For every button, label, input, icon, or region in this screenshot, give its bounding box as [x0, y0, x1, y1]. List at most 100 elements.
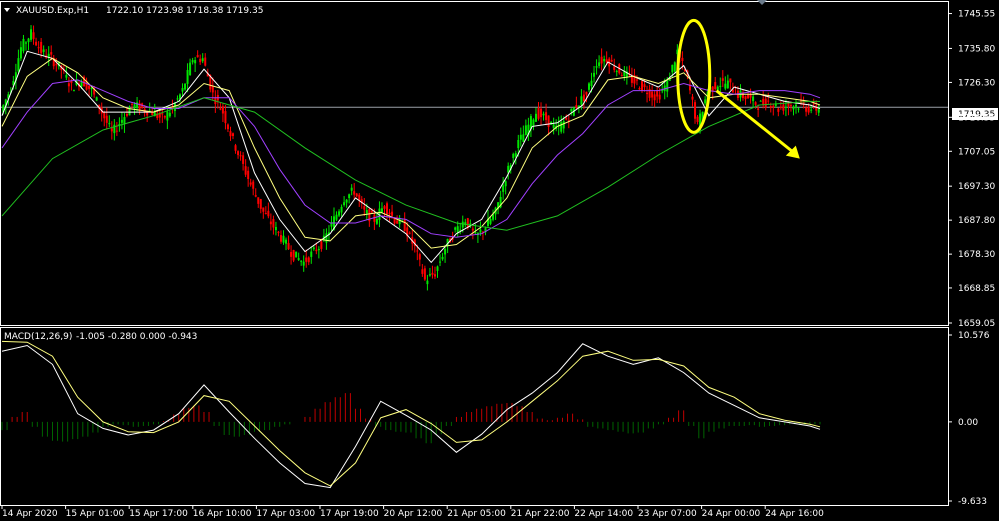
candle-body — [769, 106, 772, 108]
price-y-tick-label: 1659.05 — [958, 319, 995, 329]
candle-body — [545, 112, 548, 121]
candle-body — [613, 66, 616, 70]
collapse-triangle-icon[interactable] — [4, 8, 10, 12]
candle-body — [585, 91, 588, 95]
candle-body — [189, 62, 192, 76]
ohlc-values: 1722.10 1723.98 1718.38 1719.35 — [106, 6, 263, 16]
candle-body — [772, 105, 775, 108]
candle-body — [115, 130, 118, 132]
candle-body — [249, 182, 252, 185]
candle-body — [287, 243, 290, 250]
candle-body — [666, 80, 669, 92]
candle-body — [221, 106, 224, 114]
candle-body — [131, 103, 134, 105]
candle-body — [479, 229, 482, 233]
candle-body — [42, 49, 45, 52]
candle-body — [522, 134, 525, 142]
candle-body — [259, 199, 262, 209]
candle-body — [441, 256, 444, 260]
candle-body — [600, 56, 603, 64]
macd-frame — [0, 327, 949, 506]
candle-body — [474, 232, 477, 234]
candle-body — [176, 98, 179, 100]
candle-body — [365, 210, 368, 214]
price-y-tick-label: 1687.80 — [958, 216, 995, 226]
candle-body — [226, 124, 229, 130]
candle-body — [211, 86, 214, 93]
x-tick-label: 24 Apr 16:00 — [765, 509, 824, 519]
ma-fast-line — [1, 50, 821, 264]
candle-body — [590, 80, 593, 87]
trend-arrow-line — [715, 89, 795, 154]
candle-body — [789, 105, 792, 107]
signal-line — [1, 340, 821, 487]
candle-body — [817, 109, 820, 113]
candle-body — [254, 195, 257, 197]
candle-body — [656, 90, 659, 97]
candle-body — [439, 261, 442, 263]
candle-body — [582, 94, 585, 102]
candle-body — [658, 94, 661, 100]
candle-body — [762, 98, 765, 105]
candle-body — [714, 82, 717, 89]
macd-line — [1, 343, 821, 489]
candle-body — [161, 113, 164, 115]
candle-body — [704, 99, 707, 104]
candle-body — [269, 221, 272, 225]
candle-body — [55, 64, 58, 66]
candle-body — [72, 90, 75, 92]
candle-body — [815, 105, 818, 111]
candle-body — [524, 125, 527, 135]
macd-y-tick-label: -9.633 — [958, 497, 987, 507]
candle-body — [471, 228, 474, 231]
candle-body — [285, 239, 288, 244]
candle-body — [615, 70, 618, 72]
candle-body — [32, 32, 35, 39]
candle-body — [807, 106, 810, 113]
candle-body — [24, 42, 27, 44]
candle-body — [348, 194, 351, 199]
candle-body — [35, 41, 38, 46]
symbol-label: XAUUSD.Exp,H1 — [16, 6, 89, 16]
axis-labels: 1745.55 1735.80 1726.30 1716.55 1707.05 1697.… — [1, 10, 995, 519]
candle-body — [635, 79, 638, 81]
candle-body — [310, 251, 313, 257]
candle-body — [302, 261, 305, 266]
x-tick-label: 23 Apr 07:00 — [638, 509, 697, 519]
candle-body — [416, 250, 419, 252]
candle-body — [181, 88, 184, 92]
macd-label: MACD(12,26,9) — [4, 332, 72, 342]
shift-marker-icon[interactable] — [757, 0, 767, 5]
candle-body — [358, 194, 361, 200]
candle-body — [593, 72, 596, 77]
price-y-tick-label: 1726.30 — [958, 78, 995, 88]
candle-body — [537, 107, 540, 119]
candle-body — [795, 104, 798, 107]
candle-body — [630, 76, 633, 83]
candle-body — [519, 134, 522, 140]
candle-body — [651, 91, 654, 98]
x-tick-label: 15 Apr 17:00 — [129, 509, 188, 519]
candle-body — [315, 249, 318, 252]
candle-body — [19, 47, 22, 59]
price-y-tick-label: 1697.30 — [958, 182, 995, 192]
x-tick-label: 21 Apr 22:00 — [511, 509, 570, 519]
candle-body — [191, 60, 194, 63]
candle-body — [716, 86, 719, 91]
candle-body — [653, 94, 656, 101]
candle-body — [335, 214, 338, 220]
candle-body — [312, 247, 315, 250]
x-tick-label: 14 Apr 2020 — [2, 509, 58, 519]
candle-body — [726, 80, 729, 89]
candle-body — [759, 100, 762, 102]
candle-body — [560, 122, 563, 132]
candle-body — [355, 193, 358, 197]
candle-body — [620, 75, 623, 77]
candle-body — [421, 269, 424, 274]
candle-body — [512, 153, 515, 159]
candle-body — [267, 210, 270, 217]
x-tick-label: 20 Apr 12:00 — [384, 509, 443, 519]
candle-body — [196, 55, 199, 58]
candle-body — [173, 103, 176, 111]
x-tick-label: 17 Apr 19:00 — [320, 509, 379, 519]
